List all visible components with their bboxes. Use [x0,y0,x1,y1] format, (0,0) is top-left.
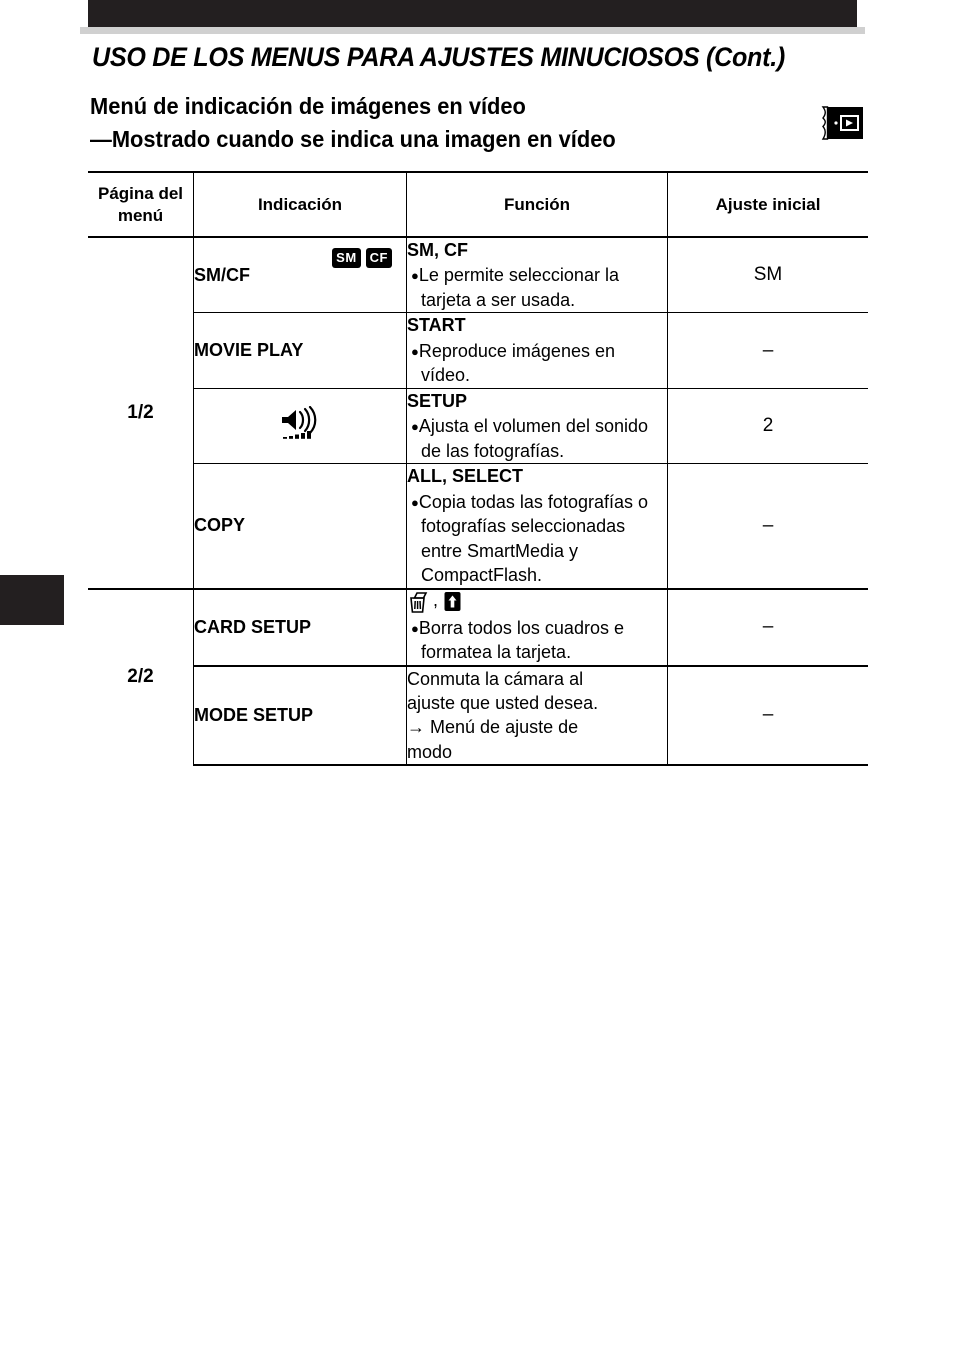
indication-label: CARD SETUP [194,616,312,637]
cell-function-volume: SETUP ●Ajusta el volumen del sonido de l… [406,387,668,464]
function-description: ●Copia todas las fotografías o fotografí… [407,490,667,588]
column-header-indication: Indicación [193,171,407,237]
badge-cf: CF [365,248,392,268]
cell-function-modesetup: Conmuta la cámara al ajuste que usted de… [406,664,668,767]
cell-initial-copy: – [667,463,868,589]
movie-playback-mode-icon [821,106,863,140]
function-description-text: Copia todas las fotografías o fotografía… [418,491,648,586]
bullet-icon: ● [411,419,419,435]
cell-indication-movieplay: MOVIE PLAY [193,312,407,389]
badge-sm: SM [332,248,361,268]
function-line-2: ajuste que usted desea. [407,692,599,713]
section-subtitle-line1: Menú de indicación de imágenes en vídeo [90,93,526,119]
card-setup-glyphs: , [407,590,667,614]
cell-page-1: 1/2 [88,236,194,589]
function-heading: SM, CF [407,240,468,260]
indication-label: COPY [194,515,246,536]
cell-function-copy: ALL, SELECT ●Copia todas las fotografías… [406,463,668,589]
chapter-margin-tab [0,575,64,625]
bullet-icon: ● [411,494,419,510]
cell-function-movieplay: START ●Reproduce imágenes en vídeo. [406,312,668,389]
function-description-text: Reproduce imágenes en vídeo. [418,340,615,386]
table-row: 2/2 CARD SETUP , ●Borra todos los cuadro… [88,587,868,766]
cell-function-smcf: SM, CF ●Le permite seleccionar la tarjet… [406,236,668,313]
cell-initial-cardsetup: – [667,587,868,666]
trash-can-icon [410,592,428,613]
function-description: ●Borra todos los cuadros e formatea la t… [407,616,667,665]
function-heading: ALL, SELECT [407,466,523,487]
cell-indication-modesetup: MODE SETUP [193,664,407,767]
function-heading: START [407,315,466,336]
bullet-icon: ● [411,268,419,284]
table-row: MOVIE PLAY START ●Reproduce imágenes en … [88,312,868,389]
indication-label: MODE SETUP [194,704,314,725]
cell-indication-smcf: SM/CF SM CF [193,236,407,313]
function-line-1: Conmuta la cámara al [407,668,584,689]
card-badges: SM CF [332,248,392,268]
cell-initial-smcf: SM [667,236,868,313]
table-row: SETUP ●Ajusta el volumen del sonido de l… [88,387,868,464]
header-black-bar [88,0,857,27]
bullet-icon: ● [411,343,419,359]
table-row: COPY ALL, SELECT ●Copia todas las fotogr… [88,463,868,589]
column-header-initial: Ajuste inicial [667,171,868,237]
cell-indication-cardsetup: CARD SETUP [193,587,407,666]
menu-reference-table: Página del menú Indicación Función Ajust… [88,171,868,767]
indication-label: MOVIE PLAY [194,340,304,361]
table-header-row: Página del menú Indicación Función Ajust… [88,171,868,237]
header-gray-bar [80,27,865,34]
glyph-separator: , [433,589,439,610]
cell-initial-modesetup: – [667,664,868,767]
function-line-3: → Menú de ajuste de [407,715,667,739]
indication-label: SM/CF [194,264,250,285]
function-description-text: Ajusta el volumen del sonido de las foto… [418,416,648,461]
function-description: ●Ajusta el volumen del sonido de las fot… [407,414,667,463]
bullet-icon: ● [411,620,419,636]
function-line-4: modo [407,741,453,762]
function-line-3-text: Menú de ajuste de [430,717,579,738]
cell-function-cardsetup: , ●Borra todos los cuadros e formatea la… [406,587,668,666]
cell-indication-copy: COPY [193,463,407,589]
function-description: ●Reproduce imágenes en vídeo. [407,339,667,388]
function-heading: SETUP [407,390,468,411]
function-description-text: Le permite seleccionar la tarjeta a ser … [418,265,619,310]
column-header-page-line1: Página del [97,184,184,204]
volume-speaker-icon [282,405,317,439]
table-row: MODE SETUP Conmuta la cámara al ajuste q… [88,664,868,767]
section-subtitle-line2: —Mostrado cuando se indica una imagen en… [90,125,616,152]
function-description-text: Borra todos los cuadros e formatea la ta… [418,617,624,663]
cell-initial-volume: 2 [667,387,868,464]
cell-indication-volume [193,387,407,464]
column-header-page: Página del menú [88,171,194,237]
page-title: USO DE LOS MENUS PARA AJUSTES MINUCIOSOS… [92,42,785,72]
function-description: ●Le permite seleccionar la tarjeta a ser… [407,263,667,312]
table-row: 1/2 SM/CF SM CF SM, CF ●Le permite selec… [88,236,868,589]
card-format-icon [444,592,461,612]
column-header-page-line2: menú [117,205,164,225]
column-header-function: Función [406,171,668,237]
cell-initial-movieplay: – [667,312,868,389]
section-subtitle: Menú de indicación de imágenes en vídeo … [90,90,755,155]
cell-page-2: 2/2 [88,587,194,766]
arrow-icon: → [407,717,425,738]
